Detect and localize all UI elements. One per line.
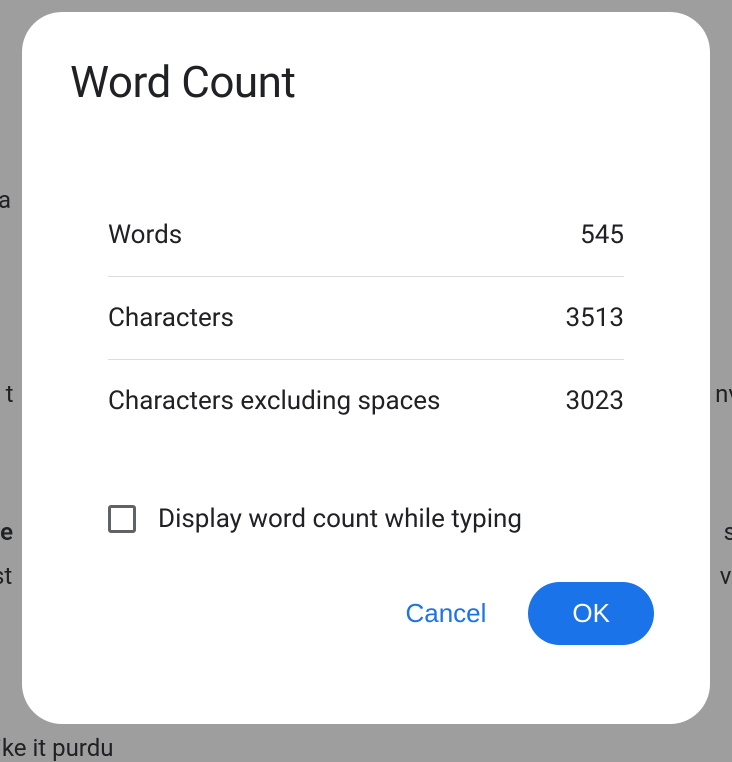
dialog-button-row: Cancel OK xyxy=(70,582,662,645)
background-fragment: a xyxy=(0,186,11,214)
stat-row-characters: Characters 3513 xyxy=(108,277,624,360)
stats-list: Words 545 Characters 3513 Characters exc… xyxy=(70,194,662,442)
background-fragment: ike it purdu xyxy=(0,734,113,762)
stat-value: 3023 xyxy=(566,386,624,416)
stat-label: Characters excluding spaces xyxy=(108,386,440,416)
background-fragment: nv xyxy=(715,380,732,408)
stat-row-characters-excluding-spaces: Characters excluding spaces 3023 xyxy=(108,360,624,442)
display-while-typing-checkbox[interactable] xyxy=(108,505,136,533)
stat-row-words: Words 545 xyxy=(108,194,624,277)
stat-value: 3513 xyxy=(566,303,624,333)
background-fragment: te xyxy=(0,518,13,546)
word-count-dialog: Word Count Words 545 Characters 3513 Cha… xyxy=(22,12,710,724)
background-fragment: st xyxy=(0,562,12,590)
display-while-typing-row[interactable]: Display word count while typing xyxy=(70,504,662,534)
display-while-typing-label[interactable]: Display word count while typing xyxy=(158,504,522,534)
stat-value: 545 xyxy=(580,220,624,250)
dialog-title: Word Count xyxy=(70,56,662,108)
stat-label: Words xyxy=(108,220,182,250)
background-fragment: s xyxy=(724,518,732,546)
stat-label: Characters xyxy=(108,303,234,333)
background-fragment: o t xyxy=(0,380,14,408)
background-fragment: ve xyxy=(720,562,732,590)
ok-button[interactable]: OK xyxy=(528,582,654,645)
cancel-button[interactable]: Cancel xyxy=(381,584,510,643)
